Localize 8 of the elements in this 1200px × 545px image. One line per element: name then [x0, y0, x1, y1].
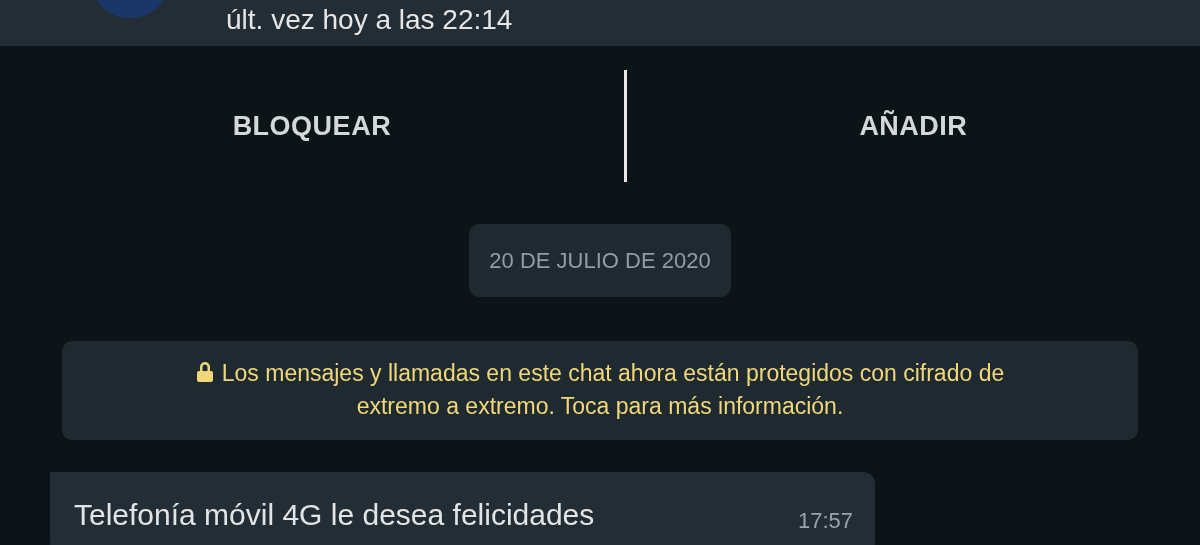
date-chip: 20 DE JULIO DE 2020	[469, 224, 731, 297]
lock-icon	[195, 361, 214, 383]
add-contact-button[interactable]: AÑADIR	[853, 104, 974, 148]
last-seen-status: últ. vez hoy a las 22:14	[226, 6, 513, 37]
message-text: Telefonía móvil 4G le desea felicidades	[74, 496, 595, 533]
message-time: 17:57	[797, 506, 853, 535]
encryption-notice[interactable]: Los mensajes y llamadas en este chat ahora están protegidos con cifrado de extremo a extremo. Toca para más información.	[62, 341, 1138, 440]
block-button[interactable]: BLOQUEAR	[226, 104, 398, 148]
